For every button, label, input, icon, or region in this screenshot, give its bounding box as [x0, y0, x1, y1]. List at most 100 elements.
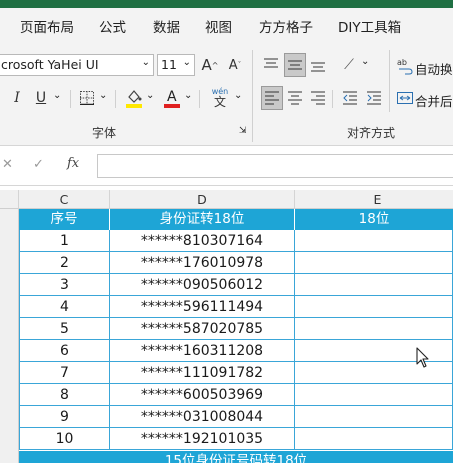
- cell-id[interactable]: ******596111494: [110, 296, 295, 318]
- header-cell-id[interactable]: 身份证转18位: [110, 209, 295, 230]
- column-header-e[interactable]: E: [295, 190, 453, 209]
- insert-function-icon[interactable]: fx: [67, 156, 79, 171]
- ribbon-tab-bar: 页面布局 公式 数据 视图 方方格子 DIY工具箱: [0, 8, 453, 42]
- tab-data[interactable]: 数据: [153, 16, 180, 36]
- cell-no[interactable]: 6: [19, 340, 110, 362]
- bottom-align-button[interactable]: [309, 54, 327, 76]
- italic-button[interactable]: I: [10, 88, 24, 108]
- cell-id[interactable]: ******587020785: [110, 318, 295, 340]
- cell-no[interactable]: 8: [19, 384, 110, 406]
- footer-cell[interactable]: 15位身份证号码转18位: [19, 451, 453, 463]
- font-size-combobox[interactable]: 11 ⌄: [157, 54, 195, 76]
- cell-id[interactable]: ******160311208: [110, 340, 295, 362]
- cell-id18[interactable]: [295, 296, 453, 318]
- confirm-icon[interactable]: ✓: [33, 157, 44, 172]
- divider: [332, 90, 333, 108]
- decrease-font-size-button[interactable]: Aˇ: [226, 56, 244, 74]
- cell-id18[interactable]: [295, 230, 453, 252]
- increase-indent-button[interactable]: [365, 87, 383, 109]
- wrap-text-icon-button[interactable]: ab: [396, 56, 414, 76]
- cell-no[interactable]: 1: [19, 230, 110, 252]
- dialog-launcher-icon[interactable]: ⇲: [239, 126, 247, 136]
- formula-input[interactable]: [97, 154, 453, 178]
- top-align-button[interactable]: [262, 54, 280, 76]
- cell-id[interactable]: ******600503969: [110, 384, 295, 406]
- align-right-button[interactable]: [309, 87, 327, 109]
- font-color-button[interactable]: A: [163, 87, 181, 109]
- cell-id[interactable]: ******810307164: [110, 230, 295, 252]
- cell-id18[interactable]: [295, 252, 453, 274]
- cell-id[interactable]: ******192101035: [110, 428, 295, 450]
- svg-text:A: A: [167, 89, 177, 105]
- font-name-value: crosoft YaHei UI: [1, 57, 99, 72]
- tab-page-layout[interactable]: 页面布局: [20, 16, 74, 36]
- phonetic-guide-button[interactable]: wén 文: [208, 86, 232, 110]
- row-header-strip[interactable]: [0, 209, 19, 463]
- bottom-align-icon: [311, 62, 325, 72]
- font-size-value: 11: [161, 57, 177, 72]
- align-center-button[interactable]: [286, 87, 304, 109]
- chevron-down-icon[interactable]: ⌄: [53, 90, 61, 101]
- cell-no[interactable]: 9: [19, 406, 110, 428]
- chevron-down-icon: ⌄: [141, 57, 150, 68]
- border-grid-icon: [80, 91, 94, 105]
- tab-view[interactable]: 视图: [205, 16, 232, 36]
- merge-icon-button[interactable]: [396, 88, 414, 108]
- cell-id[interactable]: ******031008044: [110, 406, 295, 428]
- paint-bucket-icon: [126, 90, 142, 108]
- header-cell-id18[interactable]: 18位: [295, 209, 453, 230]
- chevron-down-icon[interactable]: ⌄: [361, 56, 369, 67]
- alignment-group-label: 对齐方式: [347, 126, 396, 140]
- column-header-d[interactable]: D: [110, 190, 295, 209]
- cell-id18[interactable]: [295, 274, 453, 296]
- cell-no[interactable]: 4: [19, 296, 110, 318]
- divider: [389, 50, 390, 112]
- cell-id18[interactable]: [295, 406, 453, 428]
- tab-formulas[interactable]: 公式: [99, 16, 126, 36]
- mouse-pointer-icon: [416, 347, 429, 368]
- decrease-indent-button[interactable]: [341, 87, 359, 109]
- cell-id18[interactable]: [295, 384, 453, 406]
- chevron-down-icon[interactable]: ⌄: [234, 90, 242, 101]
- middle-align-button[interactable]: [284, 53, 306, 77]
- borders-button[interactable]: [78, 88, 96, 108]
- cell-no[interactable]: 10: [19, 428, 110, 450]
- group-divider: [252, 50, 253, 142]
- cell-no[interactable]: 7: [19, 362, 110, 384]
- chevron-down-icon[interactable]: ⌄: [99, 90, 107, 101]
- cancel-icon[interactable]: ✕: [2, 157, 13, 172]
- font-name-combobox[interactable]: crosoft YaHei UI ⌄: [0, 54, 154, 76]
- title-bar: [0, 0, 453, 8]
- ribbon-panel: crosoft YaHei UI ⌄ 11 ⌄ A ^ Aˇ I U ⌄ ⌄ ⌄ …: [0, 42, 453, 146]
- header-cell-no[interactable]: 序号: [19, 209, 110, 230]
- tab-fangfang[interactable]: 方方格子: [259, 16, 313, 36]
- cell-no[interactable]: 5: [19, 318, 110, 340]
- chevron-down-icon[interactable]: ⌄: [184, 90, 192, 101]
- worksheet-grid[interactable]: 序号 身份证转18位 18位 1 ******810307164 2 ******17…: [19, 209, 453, 463]
- wrap-text-button[interactable]: 自动换: [415, 59, 453, 78]
- cell-no[interactable]: 2: [19, 252, 110, 274]
- fill-color-button[interactable]: [124, 87, 144, 109]
- merge-center-button[interactable]: 合并后: [415, 91, 453, 110]
- cell-id18[interactable]: [295, 318, 453, 340]
- cell-id18[interactable]: [295, 428, 453, 450]
- column-header-bar: C D E: [0, 190, 453, 209]
- cell-id[interactable]: ******176010978: [110, 252, 295, 274]
- merge-center-icon: [397, 92, 413, 104]
- text-orientation-icon: ⟋: [344, 57, 354, 73]
- column-header-c[interactable]: C: [19, 190, 110, 209]
- cell-id[interactable]: ******111091782: [110, 362, 295, 384]
- increase-font-size-button[interactable]: A ^: [200, 55, 220, 75]
- orientation-button[interactable]: ⟋: [339, 54, 359, 76]
- phonetic-char-icon: 文: [213, 95, 226, 109]
- select-all-corner[interactable]: [0, 190, 19, 209]
- tab-diy-toolbox[interactable]: DIY工具箱: [338, 16, 401, 36]
- font-decrease-icon: A: [228, 57, 238, 73]
- cell-no[interactable]: 3: [19, 274, 110, 296]
- font-color-icon: A: [164, 89, 180, 108]
- cell-id[interactable]: ******090506012: [110, 274, 295, 296]
- formula-bar: ✕ ✓ fx: [0, 146, 453, 186]
- chevron-down-icon[interactable]: ⌄: [146, 90, 154, 101]
- align-left-button[interactable]: [261, 86, 283, 110]
- underline-button[interactable]: U: [33, 88, 49, 108]
